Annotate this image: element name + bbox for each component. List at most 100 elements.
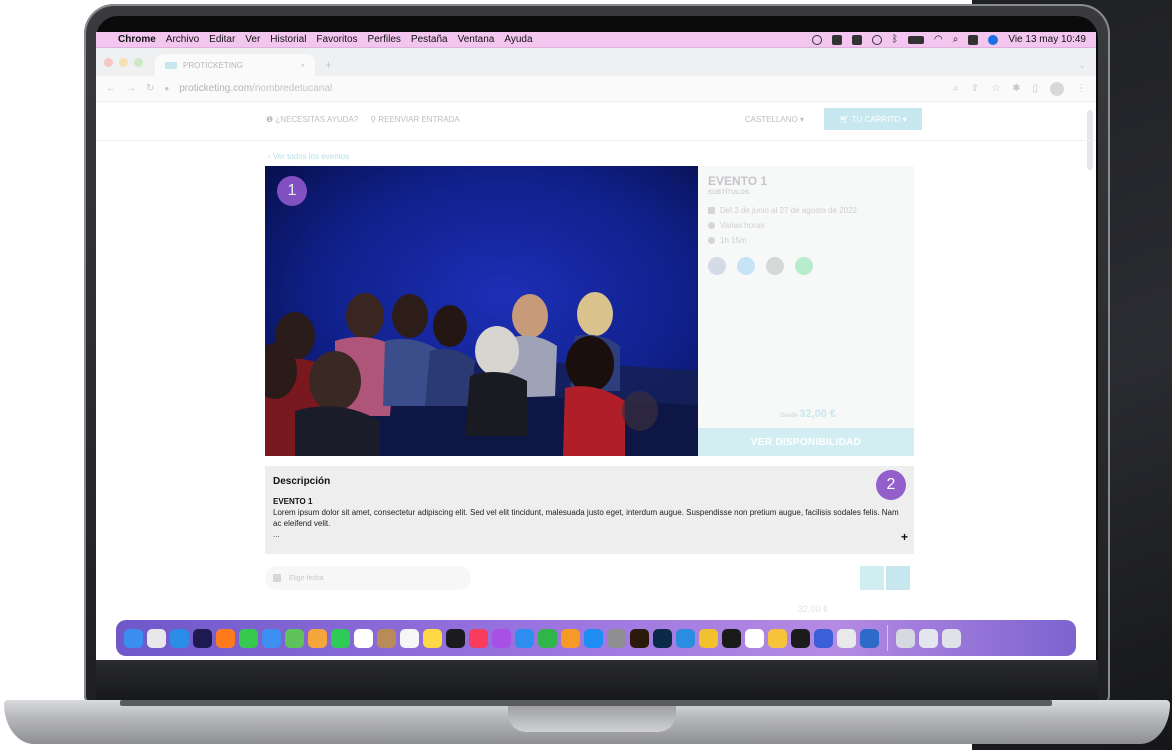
list-view-button[interactable] xyxy=(860,566,884,590)
kebab-menu-icon[interactable]: ⋮ xyxy=(1076,83,1086,94)
launchpad-icon[interactable] xyxy=(147,628,166,648)
photos-icon[interactable] xyxy=(308,628,327,648)
trash-icon[interactable] xyxy=(942,628,961,648)
control-center-icon[interactable] xyxy=(968,34,979,45)
tv-icon[interactable] xyxy=(446,628,465,648)
profile-avatar-icon[interactable] xyxy=(1050,81,1064,96)
wifi-icon[interactable]: ◠ xyxy=(934,34,943,45)
contacts-icon[interactable] xyxy=(377,628,396,648)
notes-icon[interactable] xyxy=(423,628,442,648)
keynote-icon[interactable] xyxy=(515,628,534,648)
cart-button[interactable]: 🛒︎ TU CARRITO ▾ xyxy=(824,108,922,130)
podcasts-icon[interactable] xyxy=(492,628,511,648)
browser-tab[interactable]: PROTICKETING × xyxy=(155,54,315,76)
whatsapp-icon[interactable] xyxy=(795,257,813,275)
numbers-icon[interactable] xyxy=(538,628,557,648)
view-availability-button[interactable]: VER DISPONIBILIDAD xyxy=(698,428,914,456)
screenshot-icon[interactable] xyxy=(852,34,862,45)
url-field[interactable]: proticketing.com/nombredetucanal xyxy=(179,83,332,94)
event-duration-row: 1h 15m xyxy=(708,236,904,245)
event-subtitle: SUBTÍTULOS xyxy=(708,190,750,196)
description-panel: Descripción EVENTO 1 Lorem ipsum dolor s… xyxy=(265,466,914,554)
expand-description-button[interactable]: + xyxy=(901,530,908,544)
x-app-icon[interactable] xyxy=(791,628,810,648)
menu-ventana[interactable]: Ventana xyxy=(458,34,495,45)
pages-icon[interactable] xyxy=(561,628,580,648)
description-event-name: EVENTO 1 xyxy=(273,497,313,506)
menu-perfiles[interactable]: Perfiles xyxy=(368,34,401,45)
vscode-icon[interactable] xyxy=(676,628,695,648)
font-book-icon[interactable] xyxy=(837,628,856,648)
menu-pestana[interactable]: Pestaña xyxy=(411,34,448,45)
maps-icon[interactable] xyxy=(285,628,304,648)
close-window-icon[interactable] xyxy=(104,57,113,67)
after-effects-icon[interactable] xyxy=(193,628,212,648)
site-topbar: ❶ ¿NECESITAS AYUDA? ⚲ REENVIAR ENTRADA C… xyxy=(266,108,922,130)
documents-stack-icon[interactable] xyxy=(919,628,938,648)
menu-editar[interactable]: Editar xyxy=(209,34,235,45)
separator-app-icon[interactable] xyxy=(814,628,833,648)
date-picker-input[interactable]: Elige fecha xyxy=(265,566,471,590)
sidepanel-icon[interactable]: ▯ xyxy=(1032,83,1038,94)
reload-icon[interactable]: ↻ xyxy=(146,83,154,94)
menu-favoritos[interactable]: Favoritos xyxy=(316,34,357,45)
mail-icon[interactable] xyxy=(262,628,281,648)
forward-arrow-icon[interactable]: → xyxy=(126,83,136,94)
calendar-view-button[interactable] xyxy=(886,566,910,590)
tab-title: PROTICKETING xyxy=(183,60,244,70)
step-badge-2: 2 xyxy=(876,470,906,500)
spotlight-search-icon[interactable]: ⌕ xyxy=(953,34,959,45)
date-picker-row: Elige fecha xyxy=(265,566,914,590)
facebook-icon[interactable] xyxy=(708,257,726,275)
battery-icon[interactable] xyxy=(908,35,924,44)
chrome-icon[interactable] xyxy=(699,628,718,648)
play-icon[interactable] xyxy=(872,34,882,45)
reminders-icon[interactable] xyxy=(400,628,419,648)
tab-search-chevron-icon[interactable]: ⌄ xyxy=(1078,54,1086,76)
language-selector[interactable]: CASTELLANO ▾ xyxy=(745,115,804,124)
siri-icon[interactable] xyxy=(988,34,999,45)
terminal-icon[interactable] xyxy=(722,628,741,648)
share-icon[interactable]: ⇪ xyxy=(971,83,979,94)
menu-ver[interactable]: Ver xyxy=(245,34,260,45)
finder-icon[interactable] xyxy=(124,628,143,648)
app-store-icon[interactable] xyxy=(584,628,603,648)
quicktime-icon[interactable] xyxy=(860,628,879,648)
menubar-clock[interactable]: Vie 13 may 10:49 xyxy=(1008,34,1086,45)
creative-cloud-icon[interactable] xyxy=(832,34,842,45)
partial-price-text: 32,00 € xyxy=(798,604,829,614)
bookmark-star-icon[interactable]: ☆ xyxy=(991,83,1000,94)
help-link[interactable]: ❶ ¿NECESITAS AYUDA? xyxy=(266,115,358,124)
app-menu-chrome[interactable]: Chrome xyxy=(118,34,156,45)
safari-icon[interactable] xyxy=(170,628,189,648)
bluetooth-icon[interactable]: ᛒ xyxy=(892,34,898,45)
music-icon[interactable] xyxy=(469,628,488,648)
downloads-stack-icon[interactable] xyxy=(896,628,915,648)
calendar-icon[interactable] xyxy=(354,628,373,648)
menu-ayuda[interactable]: Ayuda xyxy=(504,34,532,45)
tab-close-icon[interactable]: × xyxy=(300,61,305,70)
share-buttons xyxy=(708,257,904,275)
folder-app-icon[interactable] xyxy=(768,628,787,648)
extensions-icon[interactable]: ✱ xyxy=(1012,83,1020,94)
twitter-icon[interactable] xyxy=(737,257,755,275)
back-arrow-icon[interactable]: ← xyxy=(106,83,116,94)
calendar-icon xyxy=(708,207,715,214)
menu-archivo[interactable]: Archivo xyxy=(166,34,199,45)
photoshop-icon[interactable] xyxy=(653,628,672,648)
minimize-window-icon[interactable] xyxy=(119,57,128,67)
zoom-icon[interactable]: ⌕ xyxy=(953,83,959,94)
maximize-window-icon[interactable] xyxy=(134,57,143,67)
email-icon[interactable] xyxy=(766,257,784,275)
menu-historial[interactable]: Historial xyxy=(270,34,306,45)
system-preferences-icon[interactable] xyxy=(607,628,626,648)
resend-ticket-link[interactable]: ⚲ REENVIAR ENTRADA xyxy=(370,115,459,124)
firefox-icon[interactable] xyxy=(216,628,235,648)
facetime-icon[interactable] xyxy=(331,628,350,648)
messages-icon[interactable] xyxy=(239,628,258,648)
headphones-icon[interactable] xyxy=(812,34,822,45)
illustrator-icon[interactable] xyxy=(630,628,649,648)
back-to-events-link[interactable]: ‹ Ver todos los eventos xyxy=(268,152,349,161)
new-tab-button[interactable]: + xyxy=(325,54,332,76)
slack-icon[interactable] xyxy=(745,628,764,648)
